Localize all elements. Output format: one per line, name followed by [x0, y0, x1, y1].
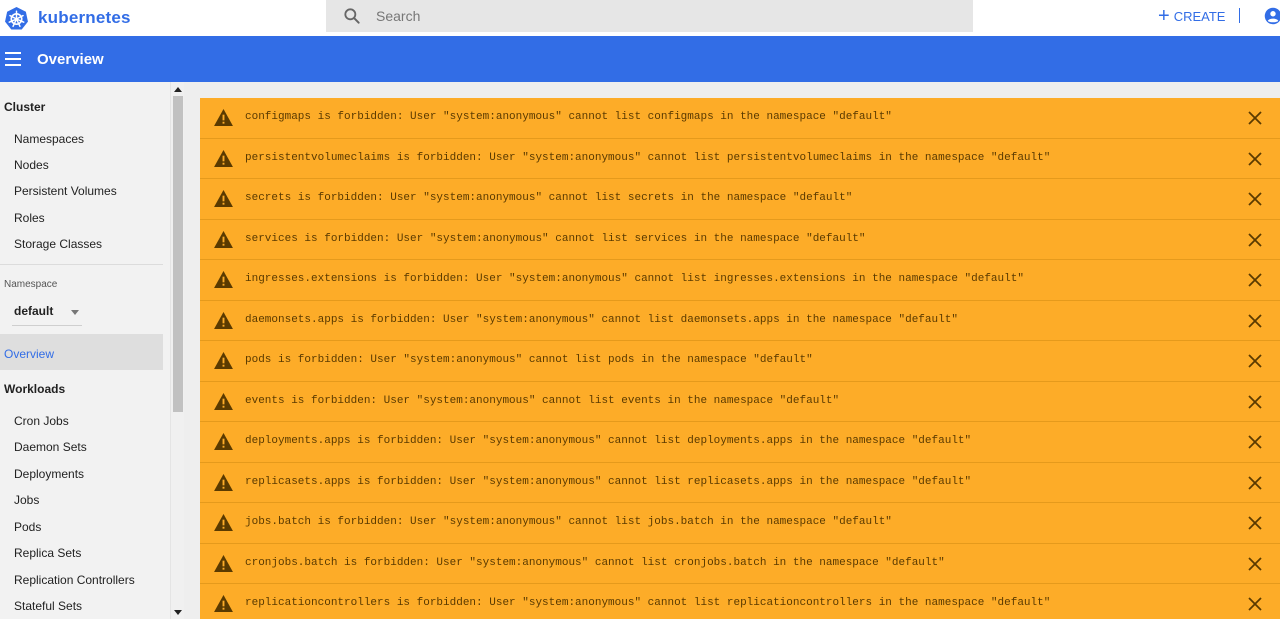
warning-icon: [214, 392, 233, 410]
chevron-down-icon: [71, 310, 79, 315]
close-icon[interactable]: [1248, 475, 1262, 490]
alert-message: configmaps is forbidden: User "system:an…: [245, 111, 892, 123]
sidebar-item-nodes[interactable]: Nodes: [14, 158, 49, 172]
alert-row: pods is forbidden: User "system:anonymou…: [200, 341, 1280, 382]
plus-icon: +: [1158, 5, 1170, 27]
warning-icon: [214, 271, 233, 288]
warning-icon: [214, 311, 233, 329]
create-label: CREATE: [1173, 8, 1226, 24]
close-icon[interactable]: [1248, 192, 1262, 206]
sidebar-item-namespaces[interactable]: Namespaces: [14, 132, 84, 146]
close-icon[interactable]: [1248, 516, 1262, 530]
scroll-up-arrow-icon[interactable]: [172, 83, 184, 95]
alert-row: secrets is forbidden: User "system:anony…: [200, 179, 1280, 220]
alert-message: cronjobs.batch is forbidden: User "syste…: [245, 556, 945, 569]
sidebar: Cluster Namespaces Nodes Persistent Volu…: [0, 82, 184, 619]
sidebar-item-roles[interactable]: Roles: [14, 211, 45, 225]
warning-icon: [214, 149, 233, 167]
sidebar-item-overview[interactable]: Overview: [0, 334, 163, 370]
sidebar-item-persistent-volumes[interactable]: Persistent Volumes: [14, 184, 117, 198]
namespace-select[interactable]: default: [12, 300, 82, 326]
namespace-value: default: [14, 304, 54, 318]
alert-message: deployments.apps is forbidden: User "sys…: [245, 435, 972, 447]
close-icon[interactable]: [1248, 313, 1262, 328]
alert-message: secrets is forbidden: User "system:anony…: [245, 192, 853, 204]
namespace-label: Namespace: [4, 279, 58, 290]
alert-row: configmaps is forbidden: User "system:an…: [200, 98, 1280, 139]
close-icon[interactable]: [1248, 273, 1262, 287]
alert-message: services is forbidden: User "system:anon…: [245, 232, 866, 245]
close-icon[interactable]: [1248, 151, 1262, 166]
alert-row: replicationcontrollers is forbidden: Use…: [200, 584, 1280, 619]
warning-icon: [214, 230, 233, 248]
sidebar-item-stateful-sets[interactable]: Stateful Sets: [14, 599, 82, 613]
sidebar-item-storage-classes[interactable]: Storage Classes: [14, 237, 102, 251]
warning-icon: [214, 109, 233, 126]
kubernetes-logo-icon: [5, 6, 28, 29]
warning-icon: [214, 190, 233, 207]
scroll-down-arrow-icon[interactable]: [172, 606, 184, 618]
sidebar-item-cron-jobs[interactable]: Cron Jobs: [14, 414, 69, 428]
alert-row: daemonsets.apps is forbidden: User "syst…: [200, 300, 1280, 341]
sidebar-divider: [0, 264, 163, 265]
warning-icon: [214, 554, 233, 572]
brand[interactable]: kubernetes: [4, 3, 131, 33]
alert-row: deployments.apps is forbidden: User "sys…: [200, 422, 1280, 463]
alert-row: ingresses.extensions is forbidden: User …: [200, 260, 1280, 301]
page-header: Overview: [0, 36, 1280, 82]
alert-message: pods is forbidden: User "system:anonymou…: [245, 354, 813, 366]
account-icon[interactable]: [1264, 7, 1280, 25]
warning-icon: [214, 514, 233, 531]
sidebar-item-overview-label: Overview: [4, 347, 55, 361]
alert-row: events is forbidden: User "system:anonym…: [200, 381, 1280, 422]
alert-row: services is forbidden: User "system:anon…: [200, 219, 1280, 260]
alert-message: replicationcontrollers is forbidden: Use…: [245, 597, 1051, 609]
menu-icon[interactable]: [5, 52, 21, 66]
close-icon[interactable]: [1248, 354, 1262, 368]
close-icon[interactable]: [1248, 556, 1262, 571]
alert-message: daemonsets.apps is forbidden: User "syst…: [245, 313, 958, 326]
close-icon[interactable]: [1248, 232, 1262, 247]
main-content: configmaps is forbidden: User "system:an…: [184, 82, 1280, 619]
sidebar-item-daemon-sets[interactable]: Daemon Sets: [14, 440, 87, 454]
alert-message: persistentvolumeclaims is forbidden: Use…: [245, 151, 1051, 164]
top-bar: kubernetes + CREATE: [0, 0, 1280, 36]
sidebar-scrollbar[interactable]: [170, 82, 184, 619]
sidebar-item-jobs[interactable]: Jobs: [14, 493, 39, 507]
page-title: Overview: [37, 51, 104, 68]
warning-icon: [214, 595, 233, 612]
sidebar-item-pods[interactable]: Pods: [14, 520, 41, 534]
sidebar-item-replication-controllers[interactable]: Replication Controllers: [14, 573, 135, 587]
search-icon: [344, 8, 360, 24]
close-icon[interactable]: [1248, 111, 1262, 125]
scrollbar-thumb[interactable]: [173, 96, 183, 412]
sidebar-item-deployments[interactable]: Deployments: [14, 467, 84, 481]
alert-row: jobs.batch is forbidden: User "system:an…: [200, 503, 1280, 544]
alert-list: configmaps is forbidden: User "system:an…: [200, 98, 1280, 619]
alert-message: jobs.batch is forbidden: User "system:an…: [245, 516, 892, 528]
sidebar-heading-cluster[interactable]: Cluster: [4, 100, 45, 114]
app-name: kubernetes: [38, 8, 131, 27]
warning-icon: [214, 433, 233, 450]
alert-row: persistentvolumeclaims is forbidden: Use…: [200, 138, 1280, 179]
alert-message: events is forbidden: User "system:anonym…: [245, 394, 840, 407]
close-icon[interactable]: [1248, 394, 1262, 409]
alert-message: replicasets.apps is forbidden: User "sys…: [245, 475, 972, 488]
warning-icon: [214, 473, 233, 491]
search-input[interactable]: [376, 6, 956, 26]
toolbar-divider: [1239, 8, 1240, 23]
search-bar[interactable]: [326, 0, 973, 32]
close-icon[interactable]: [1248, 435, 1262, 449]
warning-icon: [214, 352, 233, 369]
create-button[interactable]: + CREATE: [1158, 5, 1225, 27]
sidebar-item-replica-sets[interactable]: Replica Sets: [14, 546, 81, 560]
alert-row: replicasets.apps is forbidden: User "sys…: [200, 462, 1280, 503]
close-icon[interactable]: [1248, 597, 1262, 611]
alert-message: ingresses.extensions is forbidden: User …: [245, 273, 1024, 285]
sidebar-heading-workloads[interactable]: Workloads: [4, 382, 65, 396]
alert-row: cronjobs.batch is forbidden: User "syste…: [200, 543, 1280, 584]
